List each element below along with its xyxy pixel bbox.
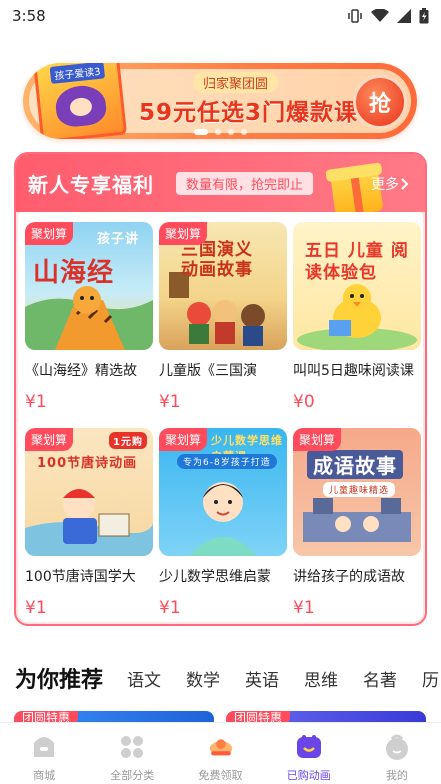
banner-pagination bbox=[23, 129, 417, 135]
tab-label: 商城 bbox=[33, 769, 56, 782]
welfare-more-label: 更多 bbox=[371, 177, 399, 193]
course-name: 叫叫5日趣味阅读课 bbox=[293, 363, 414, 379]
thumb-title: 三国演义 动画故事 bbox=[181, 240, 253, 280]
course-price: ¥0 bbox=[293, 392, 315, 412]
chevron-right-icon bbox=[401, 178, 409, 190]
banner-book-title: 孩子爱读3 bbox=[49, 63, 106, 84]
profile-icon bbox=[383, 733, 411, 761]
course-name: 儿童版《三国演 bbox=[159, 363, 257, 379]
tab-label: 免费领取 bbox=[198, 769, 243, 782]
recommend-title: 为你推荐 bbox=[15, 668, 104, 693]
course-name: 少儿数学思维启蒙 bbox=[159, 569, 271, 585]
banner-tag: 归家聚团圆 bbox=[193, 72, 279, 93]
welfare-course-grid: 聚划算 山海经 孩子讲 《山海经》精选故 ¥1 聚划算 三国演义 动画故事 儿童… bbox=[18, 212, 423, 622]
course-price: ¥1 bbox=[293, 598, 315, 618]
tab-history[interactable]: 历 bbox=[422, 666, 439, 691]
course-tag: 聚划算 bbox=[159, 222, 208, 245]
course-thumbnail: 聚划算 少儿数学思维启蒙课 专为6-8岁孩子打造 bbox=[159, 428, 287, 556]
tab-chinese[interactable]: 语文 bbox=[127, 666, 161, 691]
welfare-header: 新人专享福利 数量有限，抢完即止 更多 bbox=[16, 154, 425, 218]
status-time: 3:58 bbox=[12, 7, 46, 25]
course-tag: 聚划算 bbox=[25, 222, 74, 245]
shop-icon bbox=[30, 733, 58, 761]
banner-dot bbox=[214, 129, 221, 135]
battery-icon bbox=[419, 8, 429, 24]
course-thumbnail: 五日 儿童 阅读体验包 bbox=[293, 222, 421, 350]
course-tag: 聚划算 bbox=[25, 428, 74, 451]
thumb-title: 100节唐诗动画 bbox=[37, 456, 138, 471]
tab-math[interactable]: 数学 bbox=[186, 666, 220, 691]
thumb-subtitle: 1元购 bbox=[109, 432, 147, 449]
thumb-subtitle: 儿童趣味精选 bbox=[323, 482, 396, 497]
banner-dot bbox=[193, 129, 208, 135]
course-card[interactable]: 聚划算 少儿数学思维启蒙课 专为6-8岁孩子打造 少儿数学思维启蒙 ¥1 bbox=[159, 428, 287, 624]
course-name: 《山海经》精选故 bbox=[25, 363, 137, 379]
tab-english[interactable]: 英语 bbox=[245, 666, 279, 691]
course-card[interactable]: 五日 儿童 阅读体验包 叫叫5日趣味阅读课 ¥0 bbox=[293, 222, 421, 422]
tab-purchased-animation[interactable]: 已购动画 bbox=[265, 723, 353, 784]
course-price: ¥1 bbox=[159, 392, 181, 412]
course-card[interactable]: 聚划算 100节唐诗动画 1元购 100节唐诗国学大 ¥1 bbox=[25, 428, 153, 624]
course-thumbnail: 聚划算 成语故事 儿童趣味精选 bbox=[293, 428, 421, 556]
course-card[interactable]: 聚划算 三国演义 动画故事 儿童版《三国演 ¥1 bbox=[159, 222, 287, 422]
bottom-tab-bar: 商城 全部分类 免费领取 已购动画 我的 bbox=[0, 722, 441, 784]
tab-free[interactable]: 免费领取 bbox=[176, 723, 264, 784]
tab-label: 已购动画 bbox=[286, 769, 331, 782]
wifi-icon bbox=[371, 9, 389, 22]
tab-shop[interactable]: 商城 bbox=[0, 723, 88, 784]
tab-profile[interactable]: 我的 bbox=[353, 723, 441, 784]
course-tag: 聚划算 bbox=[159, 428, 208, 451]
course-tag: 聚划算 bbox=[293, 428, 342, 451]
welfare-more-link[interactable]: 更多 bbox=[371, 174, 409, 194]
banner-grab-button[interactable]: 抢 bbox=[353, 75, 407, 129]
signal-icon bbox=[397, 9, 411, 23]
status-bar: 3:58 bbox=[0, 0, 441, 32]
category-icon bbox=[118, 733, 146, 761]
banner-book-image: 孩子爱读3 bbox=[32, 63, 128, 139]
banner-title: 59元任选3门爆款课 bbox=[139, 100, 359, 126]
promo-banner[interactable]: 孩子爱读3 归家聚团圆 59元任选3门爆款课 抢 bbox=[23, 63, 417, 139]
vibrate-icon bbox=[348, 9, 362, 23]
banner-dot bbox=[240, 129, 247, 135]
course-price: ¥1 bbox=[159, 598, 181, 618]
tab-classics[interactable]: 名著 bbox=[363, 666, 397, 691]
thumb-subtitle: 专为6-8岁孩子打造 bbox=[177, 454, 277, 469]
banner-character-image bbox=[53, 83, 108, 129]
tab-thinking[interactable]: 思维 bbox=[304, 666, 338, 691]
course-price: ¥1 bbox=[25, 392, 47, 412]
course-name: 讲给孩子的成语故 bbox=[293, 569, 405, 585]
newcomer-welfare-section: 新人专享福利 数量有限，抢完即止 更多 聚划算 山海经 孩子讲 《山海经》精选故… bbox=[14, 152, 427, 626]
welfare-title: 新人专享福利 bbox=[28, 173, 154, 197]
course-thumbnail: 聚划算 100节唐诗动画 1元购 bbox=[25, 428, 153, 556]
course-price: ¥1 bbox=[25, 598, 47, 618]
status-icons bbox=[347, 8, 429, 24]
recommend-tabs: 为你推荐 语文 数学 英语 思维 名著 历 bbox=[0, 656, 441, 700]
course-thumbnail: 聚划算 山海经 孩子讲 bbox=[25, 222, 153, 350]
free-gift-icon bbox=[207, 733, 235, 761]
thumb-title: 山海经 bbox=[33, 258, 115, 288]
tab-label: 全部分类 bbox=[110, 769, 155, 782]
thumb-title: 五日 儿童 阅读体验包 bbox=[305, 241, 409, 283]
thumb-subtitle: 孩子讲 bbox=[97, 232, 140, 247]
banner-dot bbox=[227, 129, 234, 135]
course-name: 100节唐诗国学大 bbox=[25, 569, 136, 585]
course-thumbnail: 聚划算 三国演义 动画故事 bbox=[159, 222, 287, 350]
tab-label: 我的 bbox=[385, 769, 408, 782]
tab-categories[interactable]: 全部分类 bbox=[88, 723, 176, 784]
purchased-animation-icon bbox=[295, 733, 323, 761]
course-card[interactable]: 聚划算 山海经 孩子讲 《山海经》精选故 ¥1 bbox=[25, 222, 153, 422]
welfare-note: 数量有限，抢完即止 bbox=[176, 172, 314, 195]
course-card[interactable]: 聚划算 成语故事 儿童趣味精选 讲给孩子的成语故 ¥1 bbox=[293, 428, 421, 624]
thumb-title: 成语故事 bbox=[307, 450, 403, 479]
